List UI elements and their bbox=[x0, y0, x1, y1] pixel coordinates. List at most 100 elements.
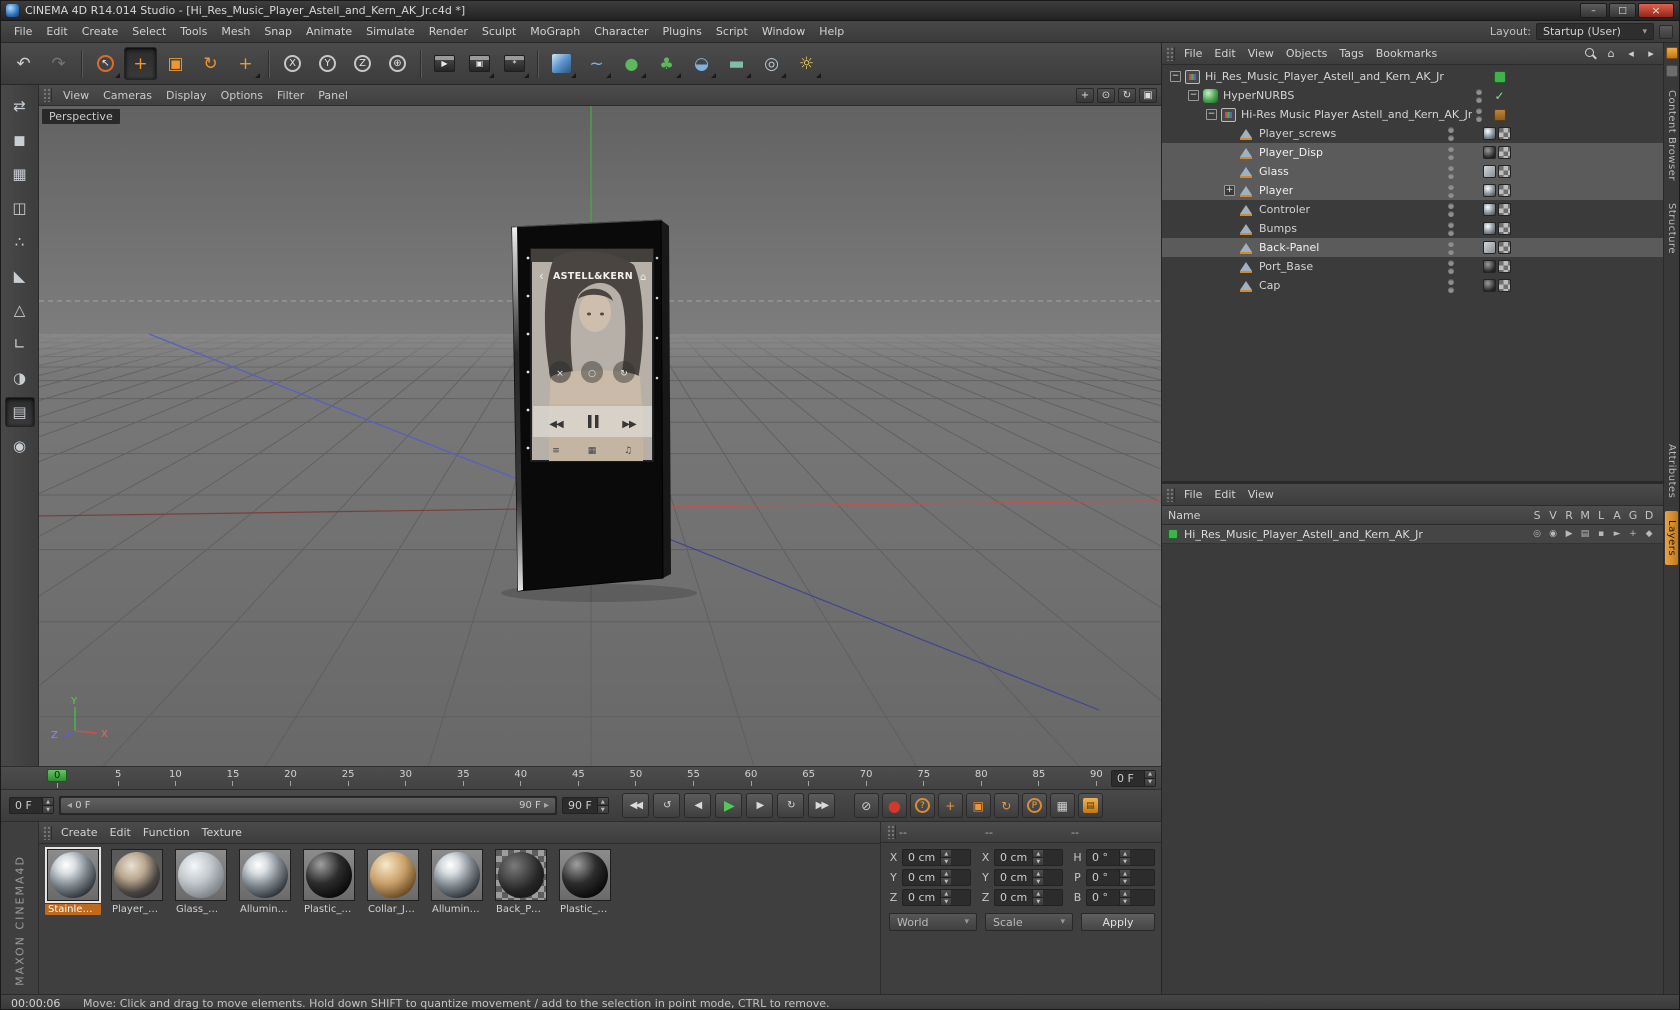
lock-y-icon[interactable]: Y bbox=[311, 47, 344, 80]
viewport-menu-item[interactable]: View bbox=[56, 88, 96, 103]
chrome-tag-icon[interactable] bbox=[1483, 127, 1497, 140]
material-item[interactable]: Plastic_Blac bbox=[300, 849, 358, 915]
coordinate-stepper[interactable] bbox=[1032, 870, 1044, 885]
points-mode-icon[interactable]: ∴ bbox=[5, 227, 35, 257]
transform-mode-select[interactable]: Scale bbox=[985, 913, 1073, 931]
object-menu-item[interactable]: File bbox=[1178, 45, 1208, 62]
range-start-field[interactable]: 0 F bbox=[9, 797, 54, 814]
timeline-tick[interactable]: 80 bbox=[975, 769, 988, 786]
visibility-dots[interactable] bbox=[1448, 259, 1455, 274]
model-mode-icon[interactable]: ◼ bbox=[5, 125, 35, 155]
menu-item[interactable]: Select bbox=[125, 23, 173, 40]
render-view-icon[interactable]: ▶ bbox=[428, 47, 461, 80]
timeline-tick[interactable]: 30 bbox=[399, 769, 412, 786]
material-menu-item[interactable]: Texture bbox=[196, 824, 248, 841]
expander-icon[interactable] bbox=[1224, 147, 1235, 158]
range-end-field[interactable]: 90 F bbox=[562, 797, 609, 814]
material-menu-item[interactable]: Function bbox=[137, 824, 196, 841]
coordinate-field[interactable]: 0 cm bbox=[994, 849, 1063, 866]
axis-mode-icon[interactable]: ∟ bbox=[5, 329, 35, 359]
checker-tag-icon[interactable] bbox=[1498, 203, 1512, 216]
material-preview-sphere[interactable] bbox=[45, 847, 101, 903]
timeline-tick[interactable]: 25 bbox=[342, 769, 355, 786]
material-menu-item[interactable]: Edit bbox=[104, 824, 137, 841]
back-icon[interactable]: ◂ bbox=[1623, 46, 1639, 61]
object-row[interactable]: Port_Base bbox=[1162, 257, 1663, 276]
last-tool-icon[interactable]: + bbox=[229, 47, 262, 80]
panel-drag-handle[interactable] bbox=[43, 825, 52, 840]
range-handle[interactable]: 0 F 90 F bbox=[61, 798, 555, 813]
range-end-stepper[interactable] bbox=[596, 798, 608, 813]
object-row[interactable]: Glass bbox=[1162, 162, 1664, 181]
object-row[interactable]: Back-Panel bbox=[1162, 238, 1664, 257]
music-player-model[interactable]: ‹ ASTELL&KERN ⌂ × ○ ↻ ◀◀ ▶▶ ≡ ▦ ♫ bbox=[501, 219, 697, 602]
checker-tag-icon[interactable] bbox=[1498, 165, 1512, 178]
timeline-tick[interactable]: 85 bbox=[1032, 769, 1045, 786]
redo-icon[interactable]: ↷ bbox=[42, 47, 75, 80]
add-spline-icon[interactable]: ~ bbox=[580, 47, 613, 80]
material-menu-item[interactable]: Create bbox=[55, 824, 104, 841]
coordinate-field[interactable]: 0 cm bbox=[902, 889, 971, 906]
checker-tag-icon[interactable] bbox=[1498, 146, 1512, 159]
forward-icon[interactable]: ▸ bbox=[1643, 46, 1659, 61]
expander-icon[interactable] bbox=[1188, 90, 1199, 101]
material-preview-sphere[interactable] bbox=[175, 849, 227, 901]
move-icon[interactable]: + bbox=[124, 47, 157, 80]
dark-tag-icon[interactable] bbox=[1483, 279, 1497, 292]
visibility-dots[interactable] bbox=[1448, 221, 1455, 236]
workplane-mode-icon[interactable]: ◫ bbox=[5, 193, 35, 223]
visibility-dots[interactable] bbox=[1448, 126, 1455, 141]
visibility-dots[interactable] bbox=[1448, 278, 1455, 293]
add-cube-icon[interactable] bbox=[545, 47, 578, 80]
timeline-tick[interactable]: 15 bbox=[227, 769, 240, 786]
chrome-tag-icon[interactable] bbox=[1483, 222, 1497, 235]
expander-icon[interactable] bbox=[1224, 166, 1235, 177]
browser-tab-icon[interactable] bbox=[1665, 65, 1678, 77]
timeline-tick[interactable]: 75 bbox=[917, 769, 930, 786]
coordinate-stepper[interactable] bbox=[1032, 890, 1044, 905]
menu-item[interactable]: Window bbox=[755, 23, 812, 40]
row-extra-icon[interactable] bbox=[1464, 165, 1479, 179]
material-item[interactable]: Alluminium bbox=[428, 849, 486, 915]
glass-tag-icon[interactable] bbox=[1483, 241, 1497, 254]
material-item[interactable]: Stainlees_S bbox=[44, 847, 102, 915]
material-preview-sphere[interactable] bbox=[367, 849, 419, 901]
add-deformer-icon[interactable]: ◒ bbox=[685, 47, 718, 80]
panel-drag-handle[interactable] bbox=[887, 825, 896, 839]
undo-icon[interactable]: ↶ bbox=[7, 47, 40, 80]
layer-row[interactable]: Hi_Res_Music_Player_Astell_and_Kern_AK_J… bbox=[1162, 525, 1664, 544]
texture-axis-mode-icon[interactable]: ◑ bbox=[5, 363, 35, 393]
coordinate-field[interactable]: 0 ° bbox=[1086, 849, 1155, 866]
coordinate-system-icon[interactable]: ⊕ bbox=[381, 47, 414, 80]
timeline-tick[interactable]: 50 bbox=[630, 769, 643, 786]
menu-item[interactable]: Create bbox=[75, 23, 126, 40]
snap-settings-icon[interactable]: ◉ bbox=[5, 431, 35, 461]
menu-item[interactable]: Animate bbox=[299, 23, 359, 40]
timeline-range-slider[interactable]: 0 F 90 F bbox=[59, 796, 557, 815]
key-pla-icon[interactable]: ▦ bbox=[1049, 793, 1075, 818]
add-light-icon[interactable]: ☼ bbox=[790, 47, 823, 80]
coordinate-stepper[interactable] bbox=[1032, 850, 1044, 865]
row-extra-icon[interactable] bbox=[1492, 89, 1507, 103]
timeline-tick[interactable]: 20 bbox=[284, 769, 297, 786]
material-preview-sphere[interactable] bbox=[239, 849, 291, 901]
layer-toggle-icon[interactable]: ▪ bbox=[1593, 527, 1609, 541]
objects-tab-icon[interactable] bbox=[1665, 47, 1678, 59]
object-menu-item[interactable]: View bbox=[1242, 45, 1280, 62]
maximize-button[interactable] bbox=[1609, 3, 1636, 18]
object-row[interactable]: Hi_Res_Music_Player_Astell_and_Kern_AK_J… bbox=[1162, 67, 1663, 86]
record-keyframe-icon[interactable]: ⊘ bbox=[853, 793, 879, 818]
key-rotation-icon[interactable]: ↻ bbox=[993, 793, 1019, 818]
menu-item[interactable]: File bbox=[7, 23, 39, 40]
prev-frame-button[interactable]: ◀ bbox=[683, 793, 711, 818]
workplane-lock-icon[interactable]: ▤ bbox=[4, 397, 35, 427]
material-item[interactable]: Player_Disp bbox=[108, 849, 166, 915]
timeline-tick[interactable]: 65 bbox=[802, 769, 815, 786]
render-settings-icon[interactable]: * bbox=[498, 47, 531, 80]
home-icon[interactable]: ⌂ bbox=[1603, 46, 1619, 61]
material-item[interactable]: Back_Panel bbox=[492, 849, 550, 915]
row-extra-icon[interactable] bbox=[1464, 279, 1479, 293]
rotate-view-icon[interactable]: ↻ bbox=[1118, 87, 1136, 103]
coordinate-system-select[interactable]: World bbox=[889, 913, 977, 931]
visibility-dots[interactable] bbox=[1448, 240, 1455, 255]
